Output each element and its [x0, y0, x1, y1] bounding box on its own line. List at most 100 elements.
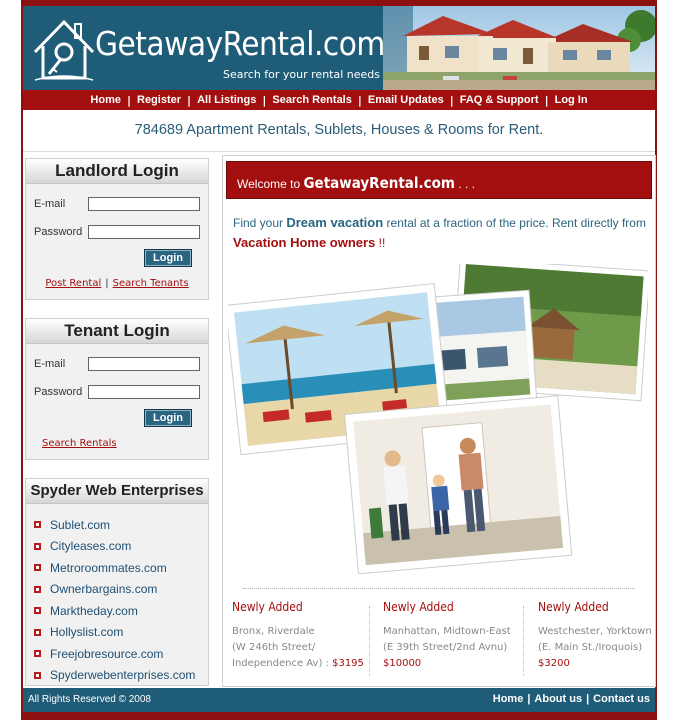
- list-item[interactable]: Metroroommates.com: [34, 557, 195, 579]
- header-resort-photo: [383, 6, 655, 90]
- site-link[interactable]: Ownerbargains.com: [50, 582, 157, 596]
- bullet-icon: [34, 607, 41, 615]
- nav-home[interactable]: Home: [84, 94, 127, 106]
- listing-location: Manhattan, Midtown-East (E 39th Street/2…: [383, 624, 523, 672]
- nav-email-updates[interactable]: Email Updates: [362, 94, 450, 106]
- listing-count-banner: 784689 Apartment Rentals, Sublets, House…: [134, 122, 544, 138]
- site-logo-text[interactable]: GetawayRental.com: [95, 24, 385, 63]
- bullet-icon: [34, 628, 41, 636]
- site-link[interactable]: Cityleases.com: [50, 539, 131, 553]
- column-divider: [369, 606, 371, 676]
- site-link[interactable]: Marktheday.com: [50, 604, 138, 618]
- search-tenants-link[interactable]: Search Tenants: [113, 278, 189, 289]
- site-link[interactable]: Freejobresource.com: [50, 647, 163, 661]
- network-title: Spyder Web Enterprises: [26, 479, 208, 504]
- site-link[interactable]: Hollyslist.com: [50, 625, 123, 639]
- promo-part1: Find your: [233, 216, 287, 230]
- search-rentals-link[interactable]: Search Rentals: [42, 438, 117, 449]
- site-link[interactable]: Sublet.com: [50, 518, 110, 532]
- welcome-text: Welcome to GetawayRental.com . . .: [237, 174, 475, 192]
- bullet-icon: [34, 521, 41, 529]
- list-item[interactable]: Sublet.com: [34, 514, 195, 536]
- bullet-icon: [34, 650, 41, 658]
- promo-text: Find your Dream vacation rental at a fra…: [233, 213, 653, 253]
- welcome-suffix: . . .: [458, 177, 475, 191]
- welcome-bar: Welcome to GetawayRental.com . . .: [226, 161, 652, 199]
- footer-home-link[interactable]: Home: [493, 693, 524, 705]
- site-link[interactable]: Spyderwebenterprises.com: [50, 668, 195, 682]
- divider: [23, 151, 655, 152]
- list-item[interactable]: Hollyslist.com: [34, 622, 195, 644]
- bottom-strip: [23, 712, 655, 720]
- bullet-icon: [34, 671, 41, 679]
- list-item[interactable]: Cityleases.com: [34, 536, 195, 558]
- location-line: Independence Av) :: [232, 658, 333, 669]
- listing-price: $3195: [332, 658, 364, 669]
- location-line: Manhattan, Midtown-East: [383, 626, 511, 637]
- landlord-links: Post Rental | Search Tenants: [26, 278, 208, 289]
- location-line: (W 246th Street/: [232, 642, 316, 653]
- column-divider: [523, 606, 525, 676]
- tenant-password-label: Password: [34, 386, 83, 398]
- listing-location: Bronx, Riverdale (W 246th Street/ Indepe…: [232, 624, 372, 672]
- post-rental-link[interactable]: Post Rental: [45, 278, 101, 289]
- site-footer: All Rights Reserved © 2008 Home | About us…: [23, 688, 655, 712]
- list-item[interactable]: Freejobresource.com: [34, 643, 195, 665]
- listing-price: $10000: [383, 658, 422, 669]
- landlord-password-label: Password: [34, 226, 83, 238]
- list-item[interactable]: Ownerbargains.com: [34, 579, 195, 601]
- vacation-photo-collage: [228, 264, 648, 574]
- location-line: (E. Main St./Iroquois): [538, 642, 643, 653]
- bullet-icon: [34, 542, 41, 550]
- newly-added-title: Newly Added: [232, 600, 303, 614]
- location-line: Westchester, Yorktown: [538, 626, 652, 637]
- footer-contact-link[interactable]: Contact us: [593, 693, 650, 705]
- promo-dream: Dream vacation: [286, 215, 384, 230]
- link-separator: |: [105, 278, 109, 289]
- nav-register[interactable]: Register: [131, 94, 187, 106]
- promo-owners: Vacation Home owners: [233, 235, 376, 250]
- main-nav: Home | Register | All Listings | Search …: [23, 90, 655, 110]
- tenant-login-box: Tenant Login E-mail Password Login Searc…: [25, 318, 209, 460]
- promo-part2: rental at a fraction of the price. Rent …: [383, 216, 646, 230]
- newly-added-item[interactable]: Newly Added Westchester, Yorktown (E. Ma…: [538, 600, 654, 672]
- footer-separator: |: [527, 693, 531, 705]
- footer-links: Home | About us | Contact us: [493, 693, 650, 705]
- welcome-prefix: Welcome to: [237, 177, 301, 191]
- listing-price: $3200: [538, 658, 570, 669]
- location-line: Bronx, Riverdale: [232, 626, 315, 637]
- tenant-email-label: E-mail: [34, 358, 66, 370]
- tenant-links: Search Rentals: [26, 438, 224, 449]
- location-line: (E 39th Street/2nd Avnu): [383, 642, 508, 653]
- newly-added-item[interactable]: Newly Added Bronx, Riverdale (W 246th St…: [232, 600, 372, 672]
- tenant-email-input[interactable]: [88, 357, 200, 371]
- nav-log-in[interactable]: Log In: [549, 94, 594, 106]
- landlord-email-input[interactable]: [88, 197, 200, 211]
- landlord-login-title: Landlord Login: [26, 159, 208, 184]
- footer-about-link[interactable]: About us: [534, 693, 582, 705]
- tenant-password-input[interactable]: [88, 385, 200, 399]
- promo-bang: !!: [375, 236, 386, 250]
- list-item[interactable]: Marktheday.com: [34, 600, 195, 622]
- landlord-login-button[interactable]: Login: [144, 249, 192, 267]
- bullet-icon: [34, 585, 41, 593]
- house-key-logo-icon: [33, 19, 95, 81]
- newly-added-title: Newly Added: [538, 600, 609, 614]
- newly-added-item[interactable]: Newly Added Manhattan, Midtown-East (E 3…: [383, 600, 523, 672]
- tenant-login-title: Tenant Login: [26, 319, 208, 344]
- nav-all-listings[interactable]: All Listings: [191, 94, 262, 106]
- site-link[interactable]: Metroroommates.com: [50, 561, 167, 575]
- network-site-list: Sublet.com Cityleases.com Metroroommates…: [34, 514, 195, 686]
- list-item[interactable]: Spyderwebenterprises.com: [34, 665, 195, 687]
- main-content: Welcome to GetawayRental.com . . . Find …: [222, 155, 656, 687]
- tenant-login-button[interactable]: Login: [144, 409, 192, 427]
- dotted-divider: [243, 588, 635, 590]
- landlord-email-label: E-mail: [34, 198, 66, 210]
- nav-search-rentals[interactable]: Search Rentals: [266, 94, 357, 106]
- landlord-password-input[interactable]: [88, 225, 200, 239]
- site-header: GetawayRental.com Search for your rental…: [23, 6, 655, 90]
- newly-added-title: Newly Added: [383, 600, 454, 614]
- nav-faq-support[interactable]: FAQ & Support: [454, 94, 545, 106]
- welcome-brand: GetawayRental.com: [303, 174, 455, 192]
- site-tagline: Search for your rental needs: [223, 68, 380, 81]
